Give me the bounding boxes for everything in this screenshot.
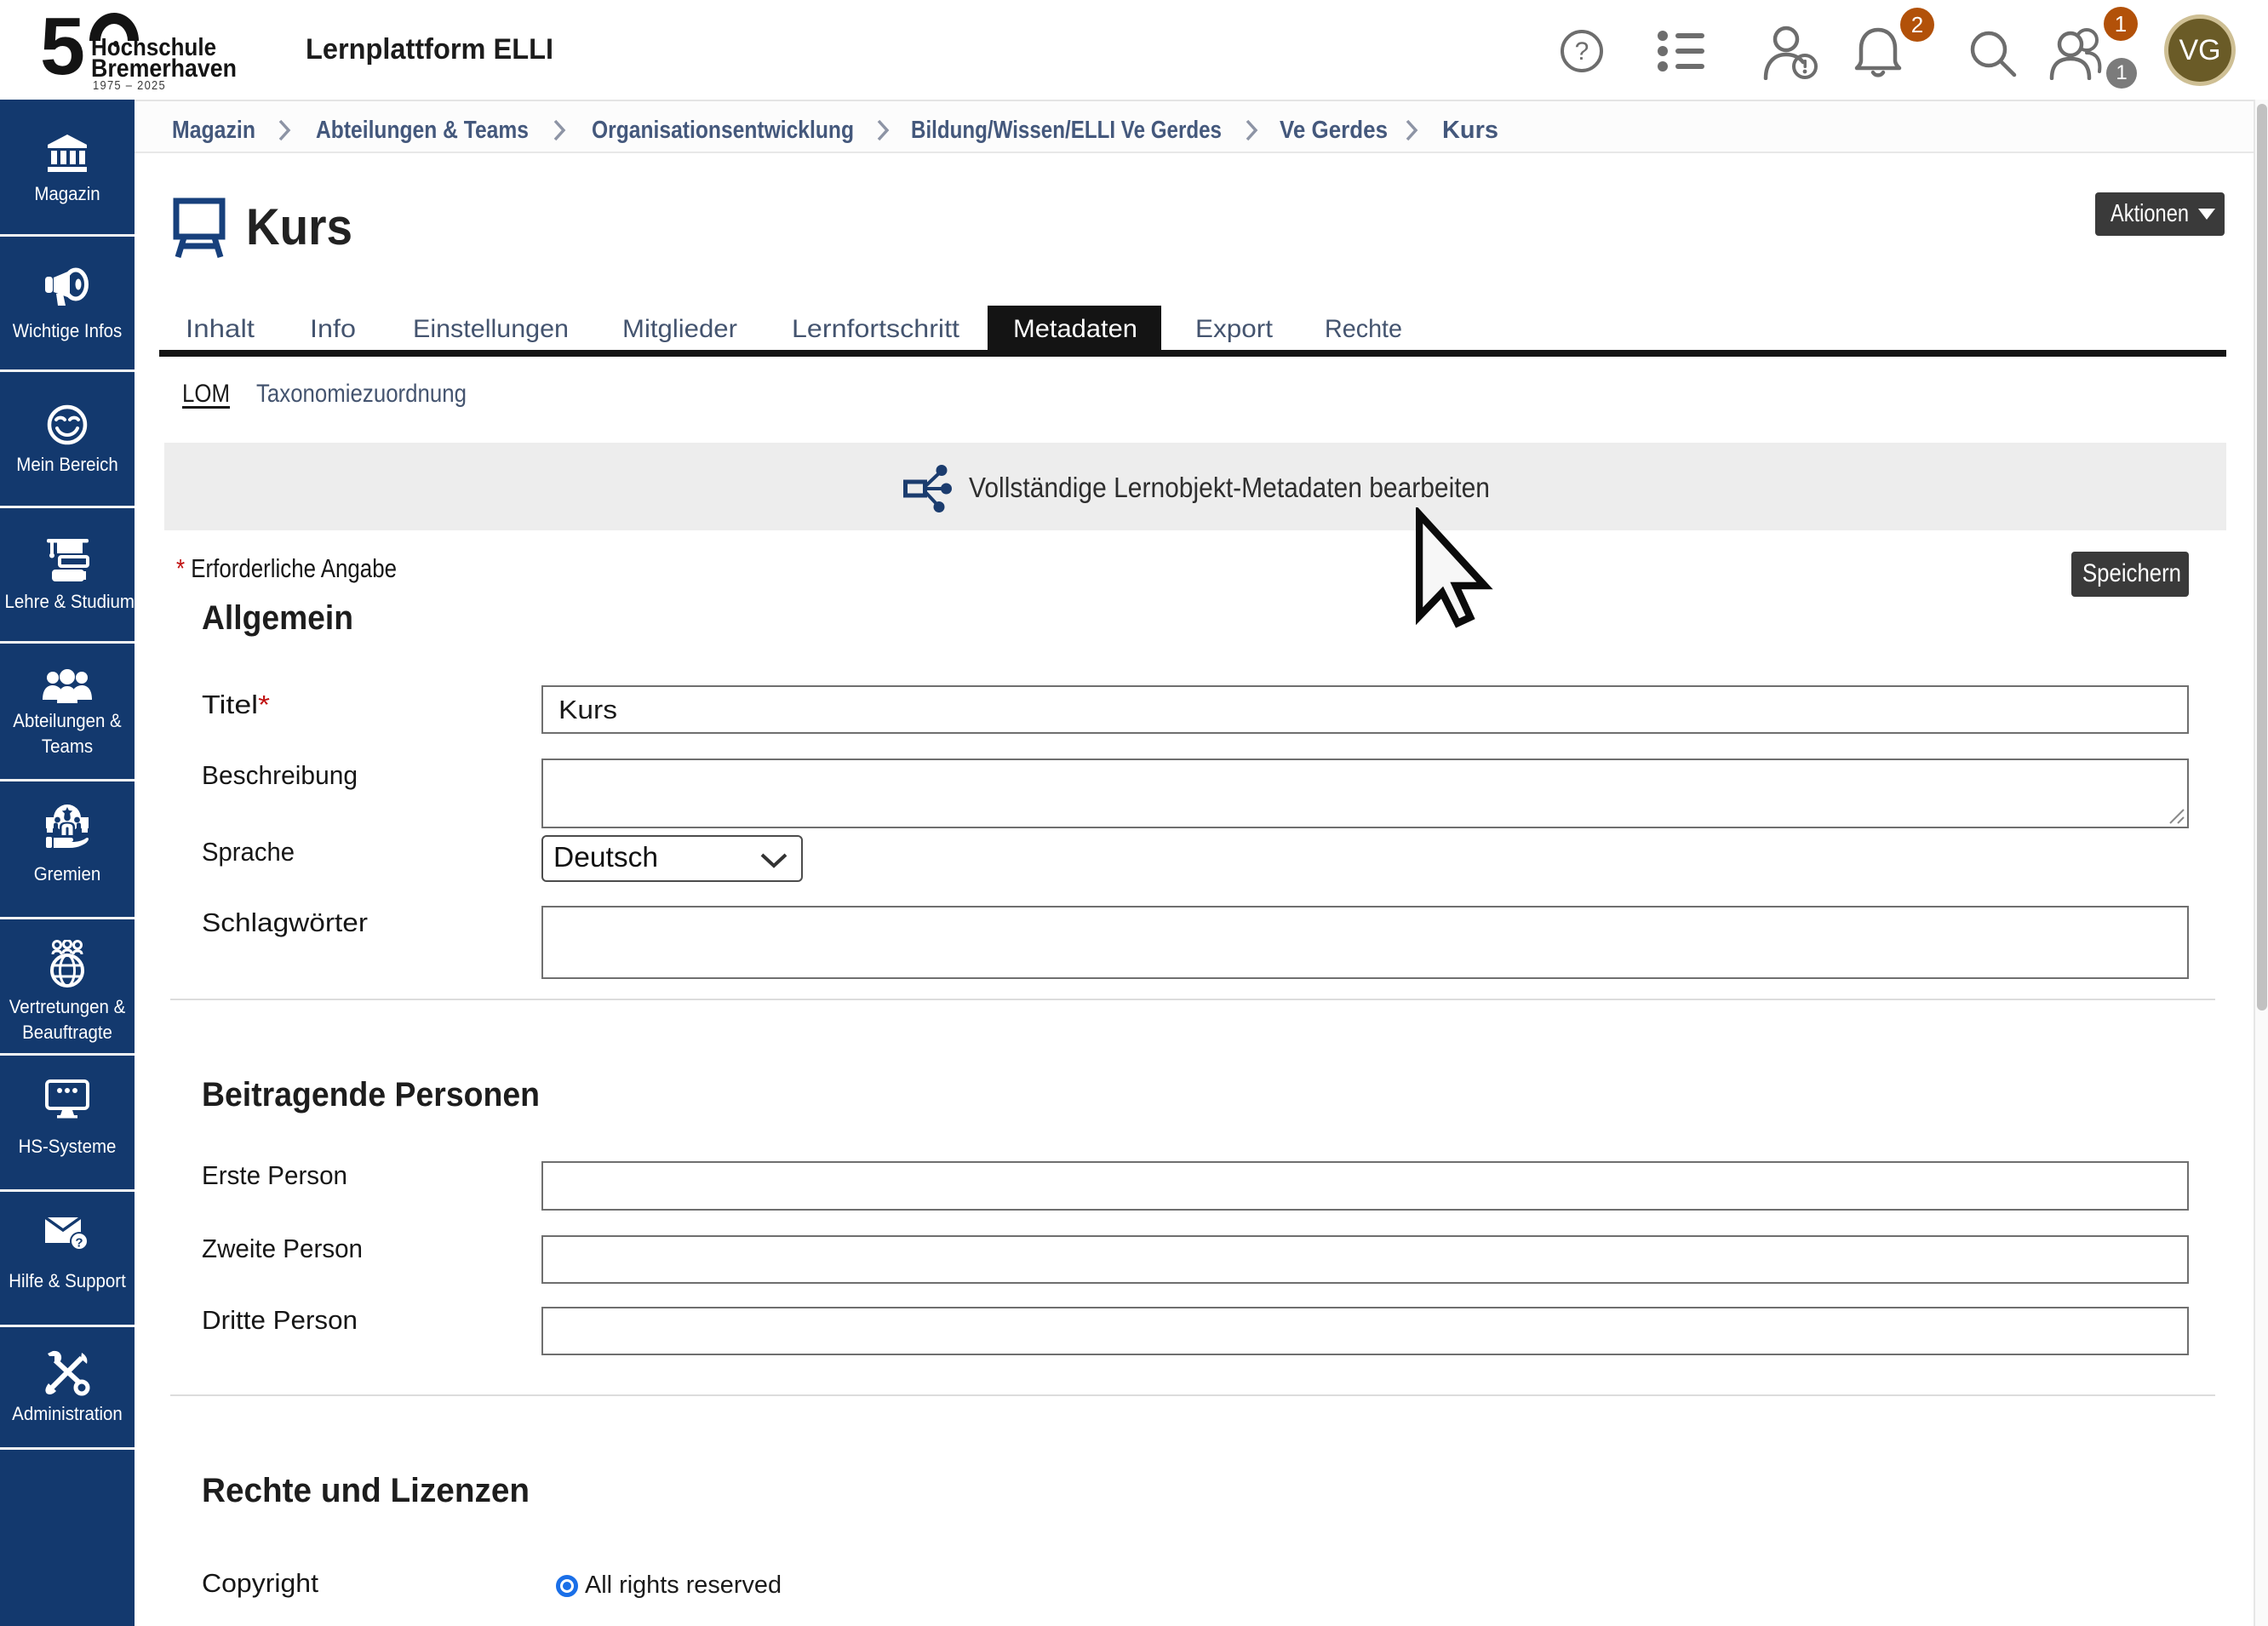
- svg-text:?: ?: [1575, 37, 1589, 66]
- svg-text:?: ?: [75, 1236, 83, 1251]
